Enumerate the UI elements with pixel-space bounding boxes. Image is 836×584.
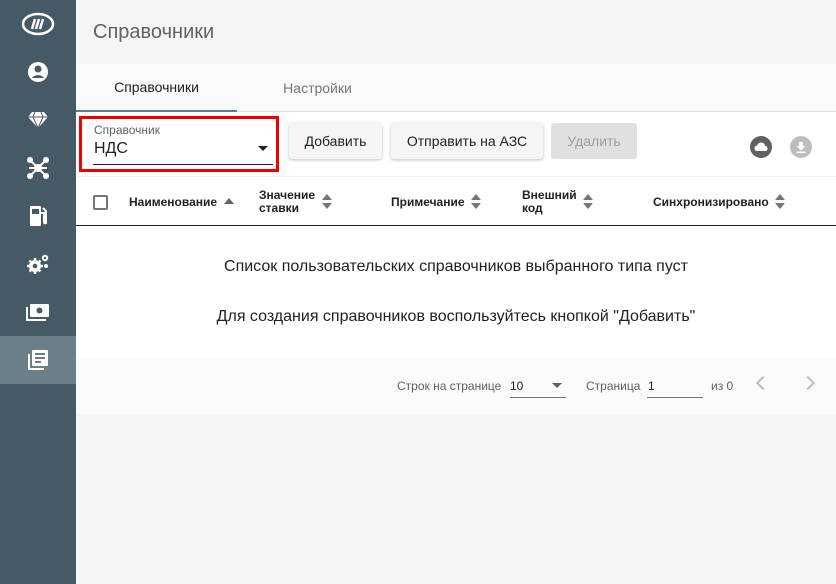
send-to-station-button[interactable]: Отправить на АЗС: [391, 123, 543, 159]
diamond-icon: [28, 111, 48, 129]
reference-select-value[interactable]: НДС: [94, 140, 128, 158]
sidebar-item-settings[interactable]: [0, 240, 76, 288]
pagination: Строк на странице 10 Страница 1 из 0: [76, 358, 836, 414]
dropdown-arrow-icon[interactable]: [258, 146, 268, 151]
column-header-note[interactable]: Примечание: [391, 196, 465, 209]
cloud-icon[interactable]: [750, 136, 772, 158]
select-all-checkbox[interactable]: [93, 195, 108, 210]
fuel-station-icon: [30, 206, 47, 226]
column-header-rate-line2: ставки: [259, 201, 299, 215]
chevron-down-icon[interactable]: [552, 383, 562, 388]
tab-settings[interactable]: Настройки: [237, 64, 398, 112]
page-number-value[interactable]: 1: [648, 379, 655, 393]
tabs-bar: Справочники Настройки: [76, 64, 836, 112]
page-label: Страница: [586, 379, 641, 393]
main-content: Справочники Справочники Настройки Справо…: [76, 0, 836, 584]
account-icon: [28, 62, 48, 82]
page-number-underline: [647, 397, 703, 398]
sort-icon[interactable]: [322, 194, 332, 210]
empty-message: Список пользовательских справочников выб…: [224, 258, 688, 275]
toolbar: Справочник НДС Добавить Отправить на АЗС…: [76, 112, 836, 176]
download-icon[interactable]: [790, 136, 812, 158]
brand-logo[interactable]: [0, 0, 76, 48]
add-button[interactable]: Добавить: [289, 123, 382, 159]
reference-select-label: Справочник: [94, 123, 160, 137]
sort-asc-icon[interactable]: [224, 198, 234, 204]
sidebar-item-cash[interactable]: [0, 288, 76, 336]
empty-state: Список пользовательских справочников выб…: [76, 226, 836, 358]
page-total: из 0: [711, 379, 734, 393]
network-icon: [27, 157, 49, 179]
reference-books-icon: [28, 350, 48, 370]
sidebar-item-account[interactable]: [0, 48, 76, 96]
sidebar-item-reference-books[interactable]: [0, 336, 76, 384]
delete-button[interactable]: Удалить: [551, 123, 637, 159]
rows-per-page-label: Строк на странице: [397, 379, 502, 393]
sidebar: [0, 0, 76, 584]
sidebar-item-fuel-station[interactable]: [0, 192, 76, 240]
column-header-name[interactable]: Наименование: [129, 196, 217, 209]
column-header-synced[interactable]: Синхронизировано: [653, 196, 769, 209]
empty-hint: Для создания справочников воспользуйтесь…: [216, 308, 696, 325]
column-header-rate[interactable]: Значение ставки: [259, 189, 315, 215]
sidebar-item-network[interactable]: [0, 144, 76, 192]
table-header: Наименование Значение ставки Примечание …: [76, 176, 836, 226]
settings-gears-icon: [27, 254, 49, 274]
sort-icon[interactable]: [775, 194, 785, 210]
previous-page-icon[interactable]: [755, 375, 771, 391]
reference-select-underline: [93, 164, 273, 165]
rows-per-page-underline: [510, 397, 566, 398]
cash-icon: [26, 304, 49, 321]
tab-reference-books[interactable]: Справочники: [76, 64, 237, 112]
rows-per-page-value[interactable]: 10: [510, 379, 523, 393]
sidebar-item-diamond[interactable]: [0, 96, 76, 144]
column-header-external-code-line2: код: [522, 201, 543, 215]
next-page-icon[interactable]: [800, 375, 816, 391]
sort-icon[interactable]: [583, 194, 593, 210]
brand-logo-icon: [21, 12, 55, 36]
column-header-external-code[interactable]: Внешний код: [522, 189, 577, 215]
sort-icon[interactable]: [471, 194, 481, 210]
page-title: Справочники: [93, 21, 215, 43]
